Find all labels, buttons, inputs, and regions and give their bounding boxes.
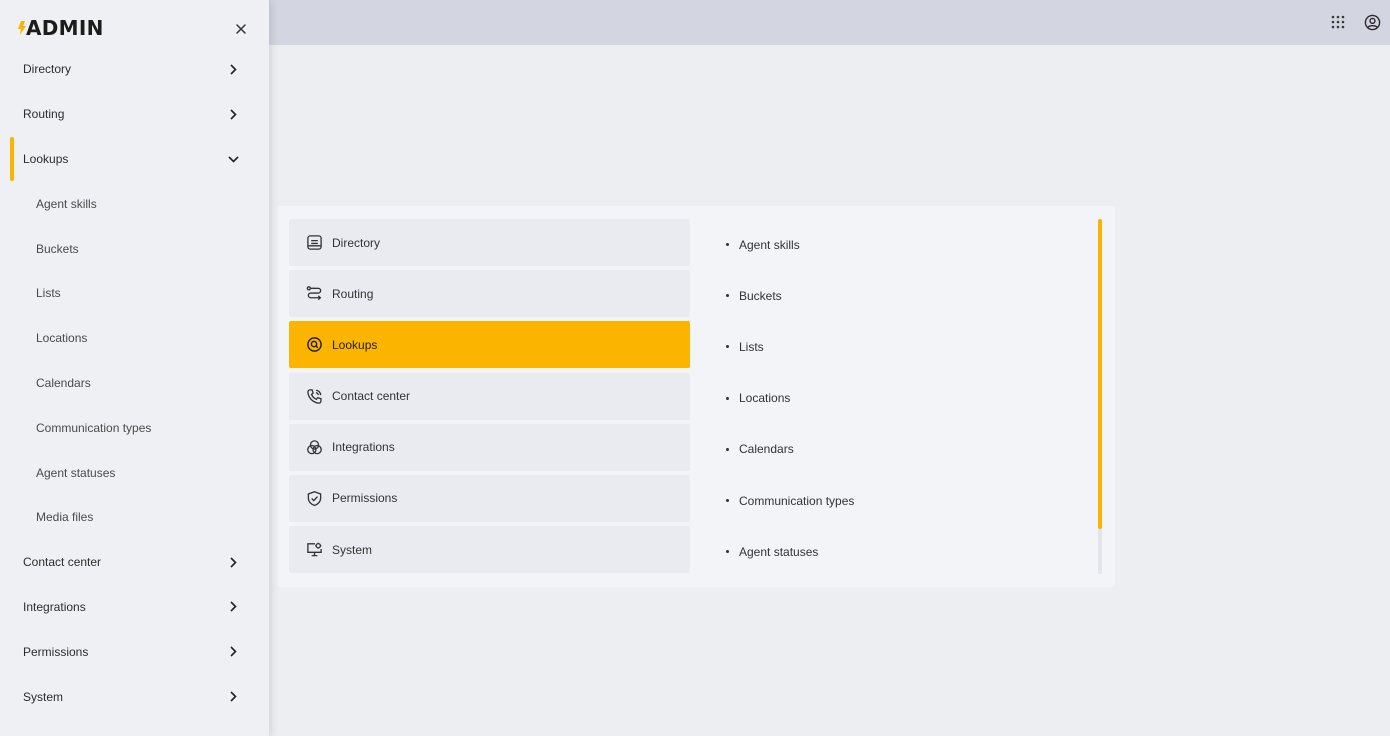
- bullet: [726, 294, 729, 298]
- sidebar-subitem-calendars[interactable]: Calendars: [0, 361, 269, 406]
- integrations-icon: [305, 438, 323, 456]
- category-integrations[interactable]: Integrations: [289, 423, 690, 471]
- sidebar-item-permissions[interactable]: Permissions: [0, 629, 269, 674]
- chevron-down-icon: [226, 152, 240, 166]
- sidebar-item-label: Permissions: [23, 644, 89, 659]
- category-label: Lookups: [332, 337, 378, 352]
- lookups-icon: [305, 336, 323, 354]
- subitem-label: Agent skills: [739, 237, 800, 252]
- subitem-agent-statuses[interactable]: Agent statuses: [724, 526, 1094, 574]
- category-routing[interactable]: Routing: [289, 270, 690, 318]
- category-contact-center[interactable]: Contact center: [289, 372, 690, 420]
- chevron-right-icon: [226, 690, 240, 704]
- sidebar-subitem-lists[interactable]: Lists: [0, 271, 269, 316]
- subitem-label: Agent statuses: [739, 544, 819, 559]
- directory-icon: [305, 234, 323, 252]
- bullet: [726, 243, 729, 247]
- monitor-gear-icon: [305, 541, 323, 559]
- subitem-label: Locations: [739, 391, 791, 406]
- sidebar-item-system[interactable]: System: [0, 674, 269, 719]
- sidebar-item-routing[interactable]: Routing: [0, 92, 269, 137]
- subitem-communication-types[interactable]: Communication types: [724, 475, 1094, 526]
- sidebar-nav: Directory Routing Lookups Agent skills B…: [0, 47, 269, 719]
- sidebar-subitem-communication-types[interactable]: Communication types: [0, 405, 269, 450]
- bullet: [726, 396, 729, 400]
- sidebar-item-integrations[interactable]: Integrations: [0, 585, 269, 630]
- sidebar-item-contact-center[interactable]: Contact center: [0, 540, 269, 585]
- navigation-card: Directory Routing Lookups Contact center…: [278, 206, 1115, 587]
- category-lookups[interactable]: Lookups: [289, 321, 690, 369]
- category-label: Contact center: [332, 389, 411, 404]
- sidebar-item-label: Lookups: [23, 151, 69, 166]
- bullet: [726, 345, 729, 349]
- sidebar-subitem-agent-skills[interactable]: Agent skills: [0, 181, 269, 226]
- phone-icon: [305, 387, 323, 405]
- chevron-right-icon: [226, 62, 240, 76]
- category-label: Routing: [332, 286, 374, 301]
- sidebar-subitem-locations[interactable]: Locations: [0, 316, 269, 361]
- bullet: [726, 550, 729, 554]
- logo-mark-icon: [18, 21, 26, 35]
- chevron-right-icon: [226, 600, 240, 614]
- category-label: Directory: [332, 235, 381, 250]
- subitem-lists[interactable]: Lists: [724, 321, 1094, 372]
- sidebar-subitem-media-files[interactable]: Media files: [0, 495, 269, 540]
- sidebar-item-label: System: [23, 689, 64, 704]
- sidebar-item-label: Directory: [23, 62, 72, 77]
- admin-logo[interactable]: ADMIN: [17, 16, 104, 40]
- account-circle-icon[interactable]: [1362, 12, 1382, 32]
- chevron-right-icon: [226, 645, 240, 659]
- category-label: Integrations: [332, 440, 395, 455]
- subitem-agent-skills[interactable]: Agent skills: [724, 219, 1094, 270]
- category-label: System: [332, 542, 373, 557]
- subitem-label: Communication types: [739, 493, 855, 508]
- chevron-right-icon: [226, 555, 240, 569]
- subitem-locations[interactable]: Locations: [724, 373, 1094, 424]
- subitem-list: Agent skills Buckets Lists Locations Cal…: [724, 219, 1094, 574]
- sidebar-item-label: Contact center: [23, 555, 102, 570]
- subitem-buckets[interactable]: Buckets: [724, 270, 1094, 321]
- sidebar-item-lookups[interactable]: Lookups: [0, 136, 269, 182]
- bullet: [726, 499, 729, 503]
- apps-grid-icon[interactable]: [1328, 12, 1348, 32]
- category-label: Permissions: [332, 491, 398, 506]
- topbar-actions: [1328, 12, 1382, 32]
- sidebar-item-label: Integrations: [23, 599, 86, 614]
- category-permissions[interactable]: Permissions: [289, 474, 690, 522]
- bullet: [726, 447, 729, 451]
- category-directory[interactable]: Directory: [289, 219, 690, 266]
- category-system[interactable]: System: [289, 526, 690, 574]
- scrollbar-thumb[interactable]: [1098, 219, 1102, 529]
- sidebar: ADMIN Directory Routing Lookups Agent sk…: [0, 0, 269, 736]
- logo-text: ADMIN: [26, 16, 104, 40]
- subitem-label: Lists: [739, 339, 764, 354]
- close-icon[interactable]: [231, 19, 251, 39]
- subitem-label: Calendars: [739, 442, 794, 457]
- sidebar-item-label: Routing: [23, 107, 65, 122]
- subitem-label: Buckets: [739, 288, 782, 303]
- category-list: Directory Routing Lookups Contact center…: [289, 219, 690, 577]
- routing-icon: [305, 285, 323, 303]
- sidebar-item-directory[interactable]: Directory: [0, 47, 269, 92]
- subitem-calendars[interactable]: Calendars: [724, 424, 1094, 475]
- subitem-scrollbar[interactable]: [1098, 219, 1102, 574]
- sidebar-subitem-buckets[interactable]: Buckets: [0, 226, 269, 271]
- sidebar-subitem-agent-statuses[interactable]: Agent statuses: [0, 450, 269, 495]
- shield-check-icon: [305, 489, 323, 507]
- chevron-right-icon: [226, 107, 240, 121]
